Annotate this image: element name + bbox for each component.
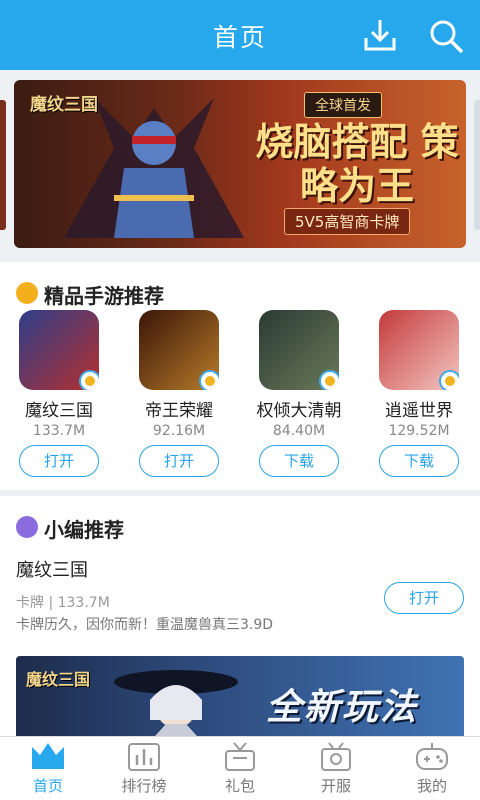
- game-badge-icon: [199, 370, 219, 390]
- search-icon[interactable]: [426, 16, 466, 56]
- pick-open-button[interactable]: 打开: [384, 582, 464, 614]
- pick-game-name[interactable]: 魔纹三国: [16, 556, 88, 582]
- banner-slide[interactable]: 魔纹三国 全球首发 烧脑搭配 策略为王 5V5高智商卡牌: [14, 80, 466, 248]
- game-download-button[interactable]: 下载: [259, 445, 339, 477]
- game-size: 129.52M: [388, 423, 450, 439]
- game-open-button[interactable]: 打开: [19, 445, 99, 477]
- game-name: 权倾大清朝: [256, 401, 342, 421]
- game-badge-icon: [79, 370, 99, 390]
- game-card[interactable]: 逍遥世界 129.52M 下载: [364, 310, 474, 477]
- nav-label-mine: 我的: [416, 777, 447, 795]
- game-size: 92.16M: [152, 423, 206, 439]
- game-size: 84.40M: [272, 423, 326, 439]
- game-badge-icon: [319, 370, 339, 390]
- pick-game-description: 卡牌历久，因你而新！重温魔兽真三3.9D: [16, 617, 274, 633]
- featured-games-section: 精品手游推荐 魔纹三国 133.7M 打开 帝王荣耀 92.16M 打开 权倾大…: [0, 262, 480, 490]
- game-name: 魔纹三国: [25, 401, 93, 421]
- nav-item-server[interactable]: 开服: [288, 741, 384, 796]
- page-title: 首页: [212, 23, 267, 52]
- editor-pick-section-title: 小编推荐: [44, 518, 124, 542]
- game-card[interactable]: 魔纹三国 133.7M 打开: [4, 310, 114, 477]
- top-app-bar: 首页: [0, 0, 480, 70]
- game-size: 133.7M: [32, 423, 86, 439]
- game-open-button[interactable]: 打开: [139, 445, 219, 477]
- pick-banner-character-art: [114, 670, 238, 736]
- banner-subtitle: 5V5高智商卡牌: [284, 208, 411, 235]
- nav-label-gift: 礼包: [224, 777, 255, 795]
- pick-game-meta: 卡牌 | 133.7M: [16, 595, 110, 611]
- nav-label-ranking: 排行榜: [121, 777, 167, 795]
- game-card[interactable]: 权倾大清朝 84.40M 下载: [244, 310, 354, 477]
- gamepad-icon: [416, 743, 448, 770]
- banner-carousel[interactable]: 魔纹三国 全球首发 烧脑搭配 策略为王 5V5高智商卡牌: [0, 70, 480, 262]
- game-name: 逍遥世界: [385, 401, 453, 421]
- banner-next-peek: [474, 100, 480, 230]
- download-icon[interactable]: [360, 16, 400, 56]
- pick-banner-text: 全新玩法: [266, 686, 419, 728]
- nav-item-home[interactable]: 首页: [0, 741, 96, 796]
- nav-item-gift[interactable]: 礼包: [192, 741, 288, 796]
- game-thumbnail[interactable]: [139, 310, 219, 390]
- pick-banner-logo: 魔纹三国: [26, 670, 91, 689]
- editor-pick-section: 小编推荐 魔纹三国 卡牌 | 133.7M 卡牌历久，因你而新！重温魔兽真三3.…: [0, 496, 480, 736]
- editor-pick-section-icon: [16, 516, 38, 538]
- nav-item-mine[interactable]: 我的: [384, 741, 480, 796]
- server-open-icon: [321, 742, 351, 771]
- nav-label-home: 首页: [32, 777, 63, 795]
- banner-logo: 魔纹三国: [30, 95, 98, 115]
- home-crown-icon: [32, 743, 64, 769]
- nav-label-server: 开服: [320, 777, 351, 795]
- game-thumbnail[interactable]: [259, 310, 339, 390]
- game-download-button[interactable]: 下载: [379, 445, 459, 477]
- game-thumbnail[interactable]: [19, 310, 99, 390]
- featured-section-icon: [16, 282, 38, 304]
- ranking-icon: [128, 743, 160, 771]
- gift-tv-icon: [225, 742, 255, 771]
- pick-promo-banner[interactable]: 魔纹三国 全新玩法: [16, 656, 464, 736]
- game-badge-icon: [439, 370, 459, 390]
- game-thumbnail[interactable]: [379, 310, 459, 390]
- game-name: 帝王荣耀: [145, 401, 213, 421]
- banner-tag: 全球首发: [304, 92, 382, 118]
- banner-prev-peek: [0, 100, 6, 230]
- banner-headline: 烧脑搭配 策略为王: [255, 119, 459, 208]
- nav-item-ranking[interactable]: 排行榜: [96, 741, 192, 796]
- featured-section-title: 精品手游推荐: [44, 284, 164, 308]
- game-card[interactable]: 帝王荣耀 92.16M 打开: [124, 310, 234, 477]
- bottom-navigation: 首页 排行榜 礼包 开服 我的: [0, 736, 480, 800]
